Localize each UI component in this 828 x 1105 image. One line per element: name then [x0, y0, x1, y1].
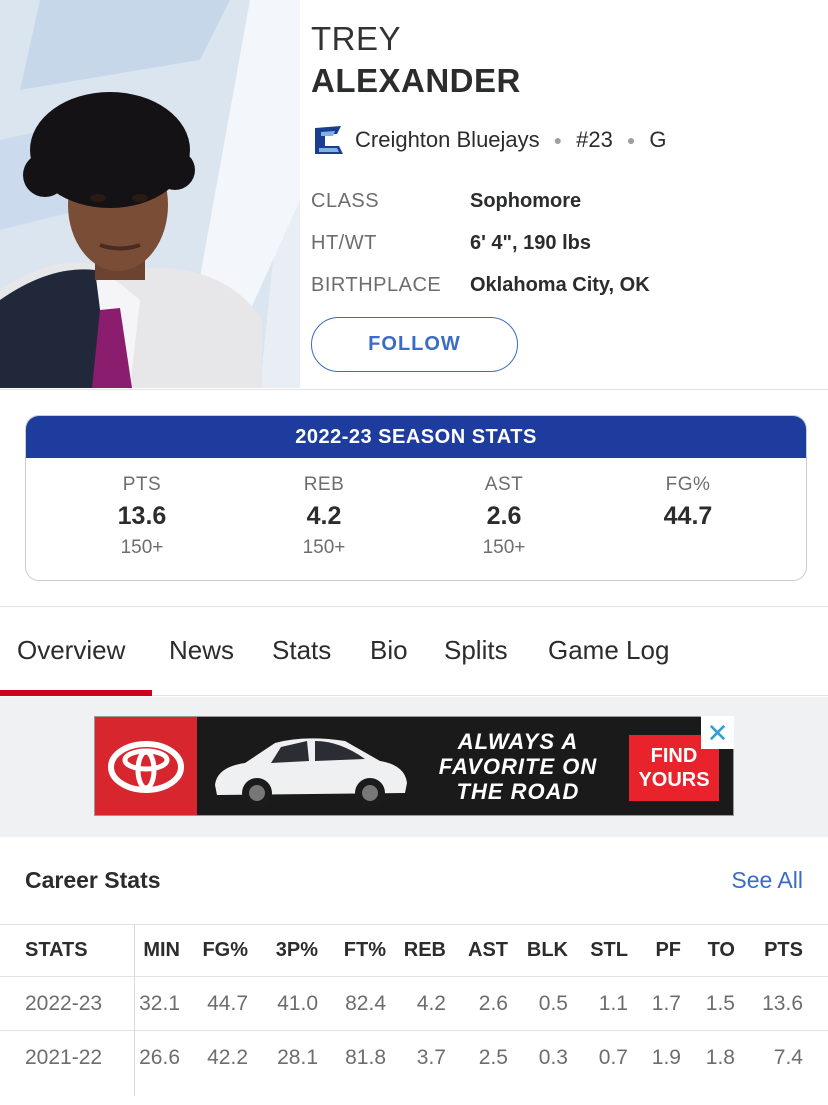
table-header-row: STATS MIN FG% 3P% FT% REB AST BLK STL PF… [0, 924, 828, 976]
team-line: Creighton Bluejays ● #23 ● G [311, 122, 666, 158]
career-stats-title: Career Stats [25, 867, 161, 893]
column-header[interactable]: 3P% [276, 925, 318, 976]
jersey-number: #23 [576, 127, 613, 152]
tab-stats[interactable]: Stats [272, 635, 331, 666]
stat-value: 44.7 [663, 502, 713, 530]
stat-cell: 28.1 [277, 1045, 318, 1069]
team-name-link[interactable]: Creighton Bluejays [355, 127, 540, 153]
season-cell: 2022-23 [25, 991, 103, 1015]
stat-cell: 42.2 [207, 1045, 248, 1069]
player-page: TREY ALEXANDER Creighton Bluejays ● #23 … [0, 0, 828, 1105]
see-all-link[interactable]: See All [731, 867, 803, 894]
bio-label: HT/WT [311, 231, 377, 254]
career-stats-card: Career Stats See All STATS MIN FG% 3P% F… [0, 840, 828, 1105]
stat-cell: 0.7 [598, 1045, 628, 1069]
column-header[interactable]: FG% [202, 925, 248, 976]
stat-cell: 1.5 [705, 991, 735, 1015]
tab-bio[interactable]: Bio [370, 635, 408, 666]
stat-value: 4.2 [306, 502, 342, 530]
column-header[interactable]: FT% [344, 925, 386, 976]
season-stat-fg: FG% 44.7 [618, 474, 758, 537]
stat-cell: 4.2 [416, 991, 446, 1015]
car-image [215, 738, 407, 808]
table-row: 2021-22 26.6 42.2 28.1 81.8 3.7 2.5 0.3 … [0, 1030, 828, 1084]
bio-label: CLASS [311, 189, 380, 212]
toyota-logo-icon [95, 717, 197, 815]
stat-cell: 41.0 [277, 991, 318, 1015]
table-row: 2022-23 32.1 44.7 41.0 82.4 4.2 2.6 0.5 … [0, 976, 828, 1030]
stat-cell: 1.8 [705, 1045, 735, 1069]
player-header: TREY ALEXANDER Creighton Bluejays ● #23 … [0, 0, 828, 390]
column-header[interactable]: AST [468, 925, 508, 976]
player-last-name: ALEXANDER [311, 62, 521, 99]
player-first-name: TREY [311, 20, 402, 57]
stat-cell: 7.4 [773, 1045, 803, 1069]
frozen-column-divider [134, 924, 135, 1096]
stat-label: REB [303, 474, 345, 495]
stat-cell: 2.6 [478, 991, 508, 1015]
stat-value: 13.6 [117, 502, 167, 530]
ad-close-icon[interactable]: ✕ [701, 716, 734, 749]
column-header[interactable]: MIN [143, 925, 180, 976]
tab-overview[interactable]: Overview [17, 635, 125, 666]
stat-cell: 13.6 [762, 991, 803, 1015]
bio-value: 6' 4", 190 lbs [470, 231, 591, 254]
stat-cell: 32.1 [139, 991, 180, 1015]
season-stat-reb: REB 4.2 150+ [254, 474, 394, 559]
stat-cell: 0.5 [538, 991, 568, 1015]
season-stat-ast: AST 2.6 150+ [434, 474, 574, 559]
stat-cell: 44.7 [207, 991, 248, 1015]
stat-label: PTS [122, 474, 162, 495]
column-header[interactable]: REB [404, 925, 446, 976]
separator-dot: ● [626, 132, 636, 148]
stat-cell: 82.4 [345, 991, 386, 1015]
column-header[interactable]: PF [655, 925, 681, 976]
stat-label: FG% [665, 474, 711, 495]
stat-cell: 2.5 [478, 1045, 508, 1069]
bio-row-htwt: HT/WT 6' 4", 190 lbs [311, 222, 650, 264]
stat-rank: 150+ [302, 537, 346, 558]
player-photo [0, 0, 300, 388]
column-header[interactable]: STATS [25, 925, 88, 976]
column-header[interactable]: PTS [764, 925, 803, 976]
season-stat-pts: PTS 13.6 150+ [72, 474, 212, 559]
player-position: G [649, 127, 667, 152]
ad-headline: ALWAYS A FAVORITE ON THE ROAD [438, 729, 598, 804]
bio-row-birthplace: BIRTHPLACE Oklahoma City, OK [311, 264, 650, 306]
column-header[interactable]: STL [590, 925, 628, 976]
stat-cell: 0.3 [538, 1045, 568, 1069]
bio-value: Oklahoma City, OK [470, 273, 650, 296]
bio-value: Sophomore [470, 189, 582, 212]
tab-splits[interactable]: Splits [444, 635, 508, 666]
stat-cell: 3.7 [416, 1045, 446, 1069]
toyota-ad-banner[interactable]: ALWAYS A FAVORITE ON THE ROAD FIND YOURS [94, 716, 734, 816]
bio-label: BIRTHPLACE [311, 273, 442, 296]
season-stats-columns: PTS 13.6 150+ REB 4.2 150+ AST 2.6 150+ … [26, 458, 806, 580]
season-stats-card: 2022-23 SEASON STATS PTS 13.6 150+ REB 4… [25, 415, 807, 581]
follow-button[interactable]: FOLLOW [311, 317, 518, 372]
bio-row-class: CLASS Sophomore [311, 180, 650, 222]
active-tab-indicator [0, 690, 152, 696]
career-stats-table: STATS MIN FG% 3P% FT% REB AST BLK STL PF… [0, 924, 828, 1084]
column-header[interactable]: TO [708, 925, 735, 976]
player-tabs: Overview News Stats Bio Splits Game Log [0, 606, 828, 696]
season-stats-title: 2022-23 SEASON STATS [26, 416, 806, 458]
stat-cell: 26.6 [139, 1045, 180, 1069]
season-cell: 2021-22 [25, 1045, 103, 1069]
player-bio-info: CLASS Sophomore HT/WT 6' 4", 190 lbs BIR… [311, 180, 650, 306]
column-header[interactable]: BLK [527, 925, 568, 976]
stat-rank: 150+ [482, 537, 526, 558]
stat-cell: 81.8 [345, 1045, 386, 1069]
tab-news[interactable]: News [169, 635, 234, 666]
creighton-logo-icon[interactable] [311, 122, 347, 158]
stat-value: 2.6 [486, 502, 522, 530]
stat-cell: 1.1 [598, 991, 628, 1015]
stat-rank: 150+ [120, 537, 164, 558]
stat-label: AST [484, 474, 524, 495]
stat-cell: 1.9 [651, 1045, 681, 1069]
separator-dot: ● [553, 132, 563, 148]
tab-game-log[interactable]: Game Log [548, 635, 669, 666]
stat-cell: 1.7 [651, 991, 681, 1015]
